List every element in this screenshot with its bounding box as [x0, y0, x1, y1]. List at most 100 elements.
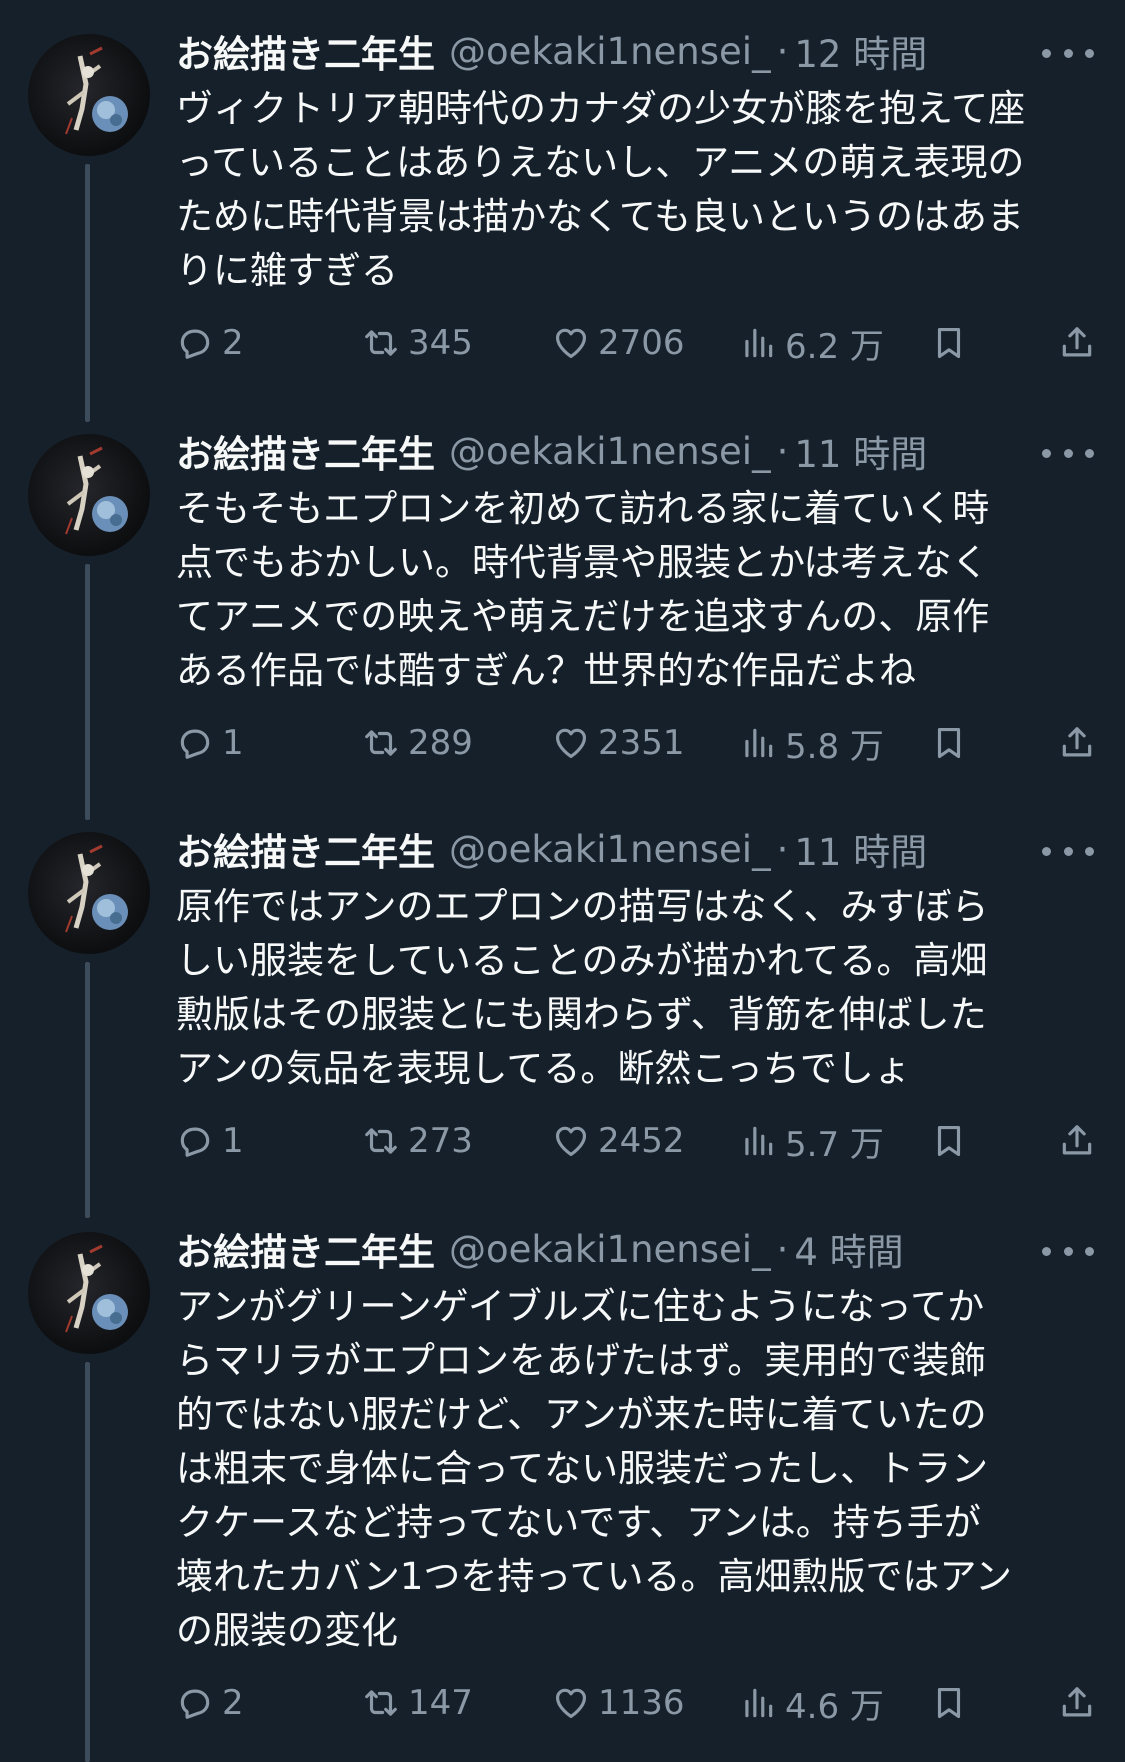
tweet-actions: 1 273 2452 5.7 万: [176, 1116, 1106, 1166]
tweet[interactable]: お絵描き二年生 @oekaki1nensei_ · 4 時間 アンがグリーンゲイ…: [0, 1198, 1125, 1762]
views-icon: [745, 328, 773, 358]
reply-count: 1: [222, 1121, 244, 1161]
reply-button[interactable]: 2: [176, 318, 244, 368]
tweet-actions: 1 289 2351 5.8 万: [176, 718, 1106, 768]
tweet-text: アンがグリーンゲイブルズに住むようになってか らマリラがエプロンをあげたはず。実…: [176, 1285, 1013, 1652]
like-icon: [555, 1126, 587, 1157]
tweet-actions: 2 345 2706 6.2 万: [176, 318, 1106, 368]
retweet-button[interactable]: 273: [362, 1116, 473, 1166]
like-count: 2452: [598, 1121, 685, 1161]
retweet-icon: [365, 1128, 397, 1154]
timestamp[interactable]: 4 時間: [794, 1222, 903, 1276]
reply-count: 2: [222, 323, 244, 363]
reply-icon: [180, 1689, 210, 1719]
views-count: 5.8 万: [785, 726, 884, 767]
tweet[interactable]: お絵描き二年生 @oekaki1nensei_ · 11 時間 原作ではアンのエ…: [0, 798, 1125, 1218]
share-button[interactable]: [1058, 1116, 1104, 1166]
more-icon[interactable]: [1042, 836, 1094, 866]
separator: ·: [776, 827, 789, 871]
retweet-count: 345: [408, 323, 473, 363]
tweet-header: お絵描き二年生 @oekaki1nensei_ · 12 時間: [176, 24, 1056, 78]
reply-icon: [180, 1127, 210, 1157]
views-button[interactable]: 5.8 万: [739, 718, 884, 768]
avatar[interactable]: [28, 434, 150, 556]
reply-count: 1: [222, 723, 244, 763]
avatar[interactable]: [28, 34, 150, 156]
like-button[interactable]: 2452: [552, 1116, 685, 1166]
share-button[interactable]: [1058, 718, 1104, 768]
tweet-header: お絵描き二年生 @oekaki1nensei_ · 11 時間: [176, 424, 1056, 478]
timeline: お絵描き二年生 @oekaki1nensei_ · 12 時間 ヴィクトリア朝時…: [0, 0, 1125, 1762]
more-icon[interactable]: [1042, 1236, 1094, 1266]
display-name[interactable]: お絵描き二年生: [176, 822, 435, 876]
bookmark-button[interactable]: [930, 1116, 976, 1166]
reply-button[interactable]: 1: [176, 1116, 244, 1166]
tweet-header: お絵描き二年生 @oekaki1nensei_ · 4 時間: [176, 1222, 1056, 1276]
user-handle[interactable]: @oekaki1nensei_: [449, 30, 771, 73]
more-icon[interactable]: [1042, 38, 1094, 68]
separator: ·: [776, 429, 789, 473]
views-icon: [745, 1688, 773, 1718]
like-button[interactable]: 1136: [552, 1678, 685, 1728]
like-button[interactable]: 2351: [552, 718, 685, 768]
avatar[interactable]: [28, 1232, 150, 1354]
retweet-button[interactable]: 147: [362, 1678, 473, 1728]
user-handle[interactable]: @oekaki1nensei_: [449, 430, 771, 473]
like-icon: [555, 728, 587, 759]
views-count: 6.2 万: [785, 326, 884, 367]
retweet-count: 289: [408, 723, 473, 763]
share-icon: [1062, 1687, 1092, 1717]
separator: ·: [776, 1227, 789, 1271]
reply-button[interactable]: 1: [176, 718, 244, 768]
thread-line: [85, 1362, 90, 1762]
display-name[interactable]: お絵描き二年生: [176, 24, 435, 78]
bookmark-button[interactable]: [930, 318, 976, 368]
thread-line: [85, 564, 90, 820]
bookmark-icon: [937, 1687, 961, 1719]
retweet-button[interactable]: 345: [362, 318, 473, 368]
timestamp[interactable]: 11 時間: [794, 424, 927, 478]
user-handle[interactable]: @oekaki1nensei_: [449, 828, 771, 871]
retweet-icon: [365, 730, 397, 756]
like-button[interactable]: 2706: [552, 318, 685, 368]
avatar[interactable]: [28, 832, 150, 954]
reply-icon: [180, 729, 210, 759]
retweet-count: 147: [408, 1683, 473, 1723]
thread-line: [85, 962, 90, 1218]
views-button[interactable]: 4.6 万: [739, 1678, 884, 1728]
timestamp[interactable]: 11 時間: [794, 822, 927, 876]
share-icon: [1062, 327, 1092, 357]
like-count: 1136: [598, 1683, 685, 1723]
timestamp[interactable]: 12 時間: [794, 24, 927, 78]
bookmark-icon: [937, 327, 961, 359]
tweet-header: お絵描き二年生 @oekaki1nensei_ · 11 時間: [176, 822, 1056, 876]
views-count: 4.6 万: [785, 1686, 884, 1727]
like-count: 2351: [598, 723, 685, 763]
user-handle[interactable]: @oekaki1nensei_: [449, 1228, 771, 1271]
separator: ·: [776, 29, 789, 73]
reply-button[interactable]: 2: [176, 1678, 244, 1728]
bookmark-icon: [937, 727, 961, 759]
more-icon[interactable]: [1042, 438, 1094, 468]
tweet-text: ヴィクトリア朝時代のカナダの少女が膝を抱えて座 っていることはありえないし、アニ…: [176, 87, 1026, 292]
share-button[interactable]: [1058, 1678, 1104, 1728]
bookmark-button[interactable]: [930, 718, 976, 768]
bookmark-button[interactable]: [930, 1678, 976, 1728]
tweet[interactable]: お絵描き二年生 @oekaki1nensei_ · 12 時間 ヴィクトリア朝時…: [0, 0, 1125, 422]
share-icon: [1062, 1125, 1092, 1155]
display-name[interactable]: お絵描き二年生: [176, 1222, 435, 1276]
display-name[interactable]: お絵描き二年生: [176, 424, 435, 478]
views-icon: [745, 1126, 773, 1156]
like-icon: [555, 1688, 587, 1719]
views-button[interactable]: 5.7 万: [739, 1116, 884, 1166]
tweet[interactable]: お絵描き二年生 @oekaki1nensei_ · 11 時間 そもそもエプロン…: [0, 400, 1125, 820]
share-icon: [1062, 727, 1092, 757]
views-button[interactable]: 6.2 万: [739, 318, 884, 368]
retweet-button[interactable]: 289: [362, 718, 473, 768]
retweet-icon: [365, 330, 397, 356]
bookmark-icon: [937, 1125, 961, 1157]
share-button[interactable]: [1058, 318, 1104, 368]
views-count: 5.7 万: [785, 1124, 884, 1165]
thread-line: [85, 164, 90, 422]
tweet-text: そもそもエプロンを初めて訪れる家に着ていく時 点でもおかしい。時代背景や服装とか…: [176, 487, 990, 692]
